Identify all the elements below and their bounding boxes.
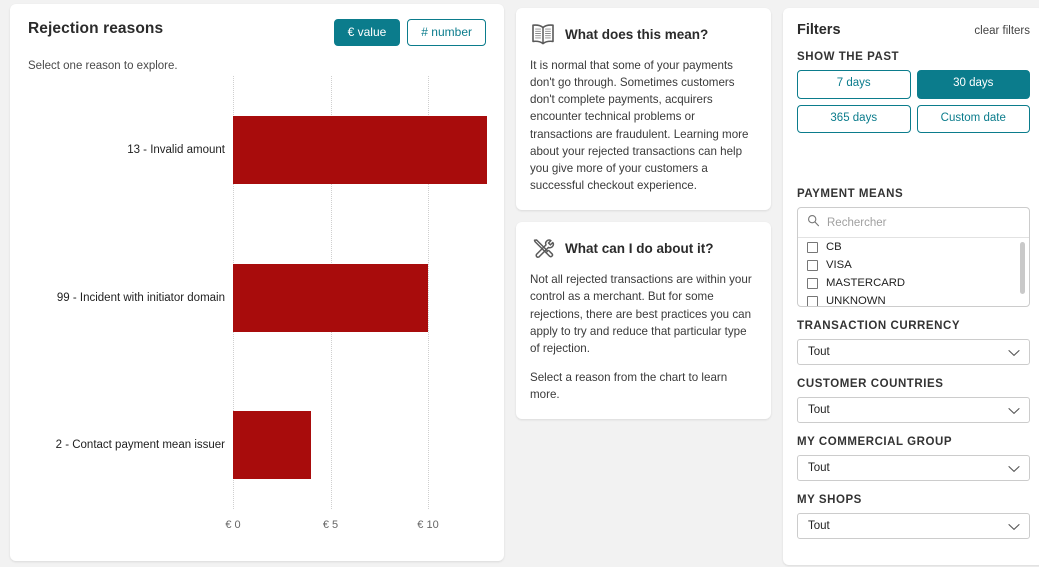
chart-bar-row[interactable]: 13 - Invalid amount: [10, 115, 504, 184]
payment-means-option-unknown[interactable]: UNKNOWN: [798, 292, 1029, 307]
card-title: What does this mean?: [565, 26, 709, 42]
card-paragraph: It is normal that some of your payments …: [530, 59, 749, 193]
option-label: CB: [826, 241, 842, 253]
payment-means-option-list[interactable]: CB VISA MASTERCARD UNKNOWN: [798, 238, 1029, 307]
metric-toggle-group: € value # number: [333, 19, 486, 46]
plot-area: € 0 € 5 € 10 13 - Invalid amount 99 - Incide…: [10, 76, 504, 551]
clear-filters-link[interactable]: clear filters: [974, 25, 1030, 37]
card-body: Not all rejected transactions are within…: [530, 271, 757, 403]
chart-header: Rejection reasons € value # number: [28, 19, 486, 46]
chevron-down-icon: [1008, 406, 1020, 415]
x-axis-tick-label: € 5: [322, 519, 339, 531]
page-title: Rejection reasons: [28, 20, 164, 37]
chevron-down-icon: [1008, 464, 1020, 473]
my-shops-label: MY SHOPS: [797, 494, 862, 506]
card-paragraph: Not all rejected transactions are within…: [530, 273, 752, 355]
option-label: VISA: [826, 259, 852, 271]
date-range-365-days[interactable]: 365 days: [797, 104, 911, 133]
info-column: What does this mean? It is normal that s…: [516, 4, 771, 563]
chart-bar[interactable]: [233, 115, 487, 184]
my-shops-select[interactable]: Tout: [797, 513, 1030, 539]
payment-means-multiselect[interactable]: CB VISA MASTERCARD UNKNOWN: [797, 207, 1030, 307]
card-body: It is normal that some of your payments …: [530, 57, 757, 194]
customer-countries-label: CUSTOMER COUNTRIES: [797, 378, 944, 390]
option-label: MASTERCARD: [826, 277, 906, 289]
chart-bar[interactable]: [233, 263, 428, 332]
checkbox[interactable]: [807, 277, 818, 289]
value-toggle-button[interactable]: € value: [333, 19, 401, 46]
book-icon: [530, 22, 556, 46]
payment-means-option-mastercard[interactable]: MASTERCARD: [798, 274, 1029, 292]
my-commercial-group-select[interactable]: Tout: [797, 455, 1030, 481]
transaction-currency-select[interactable]: Tout: [797, 339, 1030, 365]
select-value: Tout: [808, 404, 830, 416]
checkbox[interactable]: [807, 241, 818, 253]
chart-bar-row[interactable]: 99 - Incident with initiator domain: [10, 263, 504, 332]
select-value: Tout: [808, 346, 830, 358]
x-axis-tick-label: € 10: [417, 519, 439, 531]
payment-means-search-row[interactable]: [798, 208, 1029, 238]
date-range-custom[interactable]: Custom date: [916, 104, 1030, 133]
option-list-scrollbar[interactable]: [1020, 240, 1027, 306]
card-header: What does this mean?: [530, 22, 757, 46]
customer-countries-select[interactable]: Tout: [797, 397, 1030, 423]
transaction-currency-label: TRANSACTION CURRENCY: [797, 320, 961, 332]
checkbox[interactable]: [807, 295, 818, 306]
date-range-button-group: 7 days 30 days 365 days Custom date: [797, 70, 1030, 133]
card-title: What can I do about it?: [565, 240, 714, 256]
select-value: Tout: [808, 462, 830, 474]
bar-chart: € 0 € 5 € 10 13 - Invalid amount 99 - Incide…: [10, 76, 504, 551]
payment-means-search-input[interactable]: [827, 217, 1020, 229]
card-header: What can I do about it?: [530, 236, 757, 260]
chart-subtitle: Select one reason to explore.: [28, 60, 178, 72]
show-the-past-label: SHOW THE PAST: [797, 51, 900, 63]
checkbox[interactable]: [807, 259, 818, 271]
what-can-i-do-card: What can I do about it? Not all rejected…: [516, 222, 771, 420]
filters-title: Filters: [797, 22, 841, 38]
x-axis-tick-label: € 0: [225, 519, 241, 531]
number-toggle-button[interactable]: # number: [407, 19, 486, 46]
bar-category-label: 99 - Incident with initiator domain: [56, 291, 225, 304]
filters-column: Filters clear filters SHOW THE PAST 7 da…: [783, 4, 1039, 565]
chart-bar-row[interactable]: 2 - Contact payment mean issuer: [10, 411, 504, 480]
scrollbar-thumb[interactable]: [1020, 242, 1025, 294]
payment-means-option-cb[interactable]: CB: [798, 238, 1029, 256]
bar-category-label: 13 - Invalid amount: [127, 143, 225, 156]
select-value: Tout: [808, 520, 830, 532]
what-does-this-mean-card: What does this mean? It is normal that s…: [516, 8, 771, 211]
card-paragraph: Select a reason from the chart to learn …: [530, 371, 728, 402]
chevron-down-icon: [1008, 522, 1020, 531]
payment-means-label: PAYMENT MEANS: [797, 188, 904, 200]
tools-icon: [530, 236, 556, 260]
filters-panel: Filters clear filters SHOW THE PAST 7 da…: [783, 8, 1039, 565]
chevron-down-icon: [1008, 348, 1020, 357]
app-root: Rejection reasons € value # number Selec…: [0, 0, 1039, 567]
date-range-30-days[interactable]: 30 days: [916, 70, 1030, 99]
payment-means-option-visa[interactable]: VISA: [798, 256, 1029, 274]
bar-category-label: 2 - Contact payment mean issuer: [55, 439, 225, 452]
search-icon: [807, 214, 820, 232]
date-range-7-days[interactable]: 7 days: [797, 70, 911, 99]
rejection-reasons-chart-panel: Rejection reasons € value # number Selec…: [10, 4, 504, 561]
my-commercial-group-label: MY COMMERCIAL GROUP: [797, 436, 953, 448]
option-label: UNKNOWN: [826, 295, 886, 307]
chart-bar[interactable]: [233, 411, 311, 480]
filters-header: Filters clear filters: [797, 22, 1030, 38]
